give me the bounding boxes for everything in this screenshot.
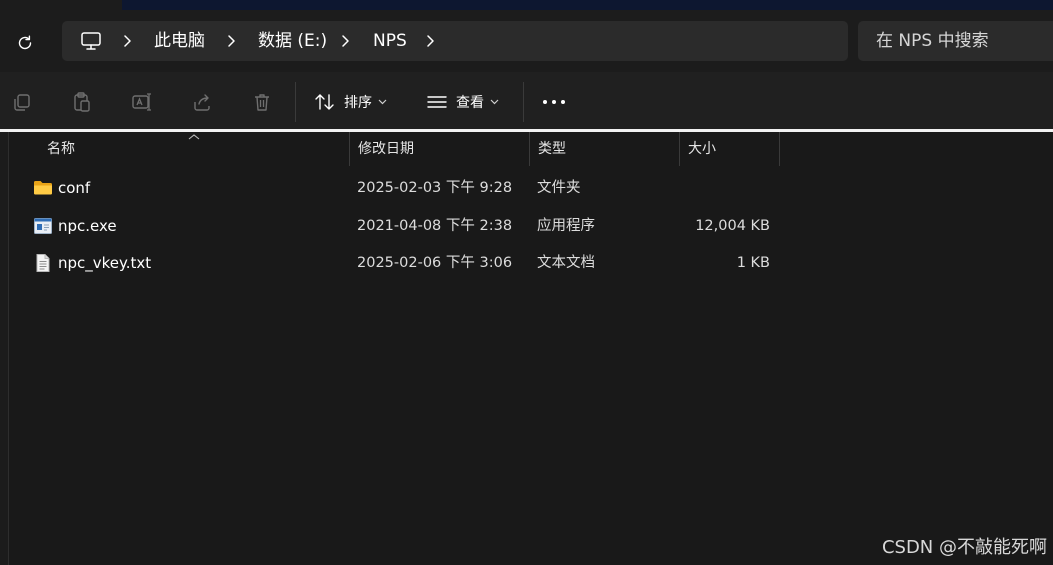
refresh-icon	[18, 35, 32, 50]
chevron-right-icon[interactable]	[423, 33, 437, 49]
breadcrumb-nps[interactable]: NPS	[373, 21, 407, 61]
column-name[interactable]: 名称	[39, 132, 349, 166]
more-options-button[interactable]	[541, 89, 567, 115]
chevron-right-icon[interactable]	[120, 33, 134, 49]
command-bar	[0, 72, 1053, 131]
column-resize-handle[interactable]	[779, 132, 780, 166]
file-name[interactable]: npc_vkey.txt	[58, 245, 151, 281]
pane-border	[8, 132, 9, 565]
search-box[interactable]	[858, 21, 1053, 61]
computer-icon[interactable]	[80, 31, 102, 51]
more-icon	[543, 100, 565, 104]
exe-icon	[34, 218, 52, 234]
chevron-down-icon	[378, 99, 387, 105]
file-name[interactable]: npc.exe	[58, 208, 117, 244]
breadcrumb-drive-e[interactable]: 数据 (E:)	[258, 21, 327, 61]
file-type: 文本文档	[537, 255, 595, 271]
paste-icon	[74, 92, 90, 112]
chevron-right-icon[interactable]	[224, 33, 238, 49]
column-header: 名称 修改日期 类型 大小	[10, 132, 1053, 166]
sort-label: 排序	[344, 95, 372, 111]
copy-icon	[14, 94, 30, 111]
rename-icon	[132, 93, 151, 111]
sort-button[interactable]: 排序	[314, 86, 387, 118]
file-name[interactable]: conf	[58, 170, 90, 206]
file-modified: 2021-04-08 下午 2:38	[357, 218, 513, 234]
file-type: 文件夹	[537, 180, 581, 196]
file-row[interactable]: conf 2025-02-03 下午 9:28 文件夹	[10, 170, 1053, 206]
title-strip	[0, 0, 1053, 10]
sort-icon	[315, 94, 334, 110]
paste-button[interactable]	[69, 89, 95, 115]
toolbar-separator	[523, 82, 524, 122]
file-size: 1 KB	[736, 255, 770, 271]
folder-icon	[34, 181, 52, 195]
file-row[interactable]: npc.exe 2021-04-08 下午 2:38 应用程序 12,004 K…	[10, 208, 1053, 244]
share-icon	[194, 94, 210, 111]
view-icon	[427, 96, 447, 108]
column-size[interactable]: 大小	[680, 132, 779, 166]
column-type[interactable]: 类型	[530, 132, 679, 166]
search-input[interactable]	[858, 21, 1053, 61]
watermark: CSDN @不敲能死啊	[881, 537, 1047, 558]
copy-button[interactable]	[9, 89, 35, 115]
refresh-button[interactable]	[13, 31, 37, 55]
text-file-icon	[36, 254, 50, 272]
file-row[interactable]: npc_vkey.txt 2025-02-06 下午 3:06 文本文档 1 K…	[10, 245, 1053, 281]
column-modified[interactable]: 修改日期	[350, 132, 529, 166]
chevron-down-icon	[490, 99, 499, 105]
view-button[interactable]: 查看	[426, 86, 499, 118]
view-label: 查看	[456, 95, 484, 111]
breadcrumb-this-pc[interactable]: 此电脑	[154, 21, 205, 61]
delete-button[interactable]	[249, 89, 275, 115]
trash-icon	[255, 94, 269, 111]
share-button[interactable]	[189, 89, 215, 115]
file-type: 应用程序	[537, 218, 595, 234]
file-modified: 2025-02-06 下午 3:06	[357, 255, 513, 271]
navigation-pane-edge	[0, 132, 9, 565]
rename-button[interactable]	[129, 89, 155, 115]
toolbar-separator	[295, 82, 296, 122]
breadcrumb[interactable]: 此电脑 数据 (E:) NPS	[62, 21, 848, 61]
file-size: 12,004 KB	[695, 218, 770, 234]
title-strip-accent	[122, 0, 1053, 10]
file-modified: 2025-02-03 下午 9:28	[357, 180, 513, 196]
chevron-right-icon[interactable]	[338, 33, 352, 49]
